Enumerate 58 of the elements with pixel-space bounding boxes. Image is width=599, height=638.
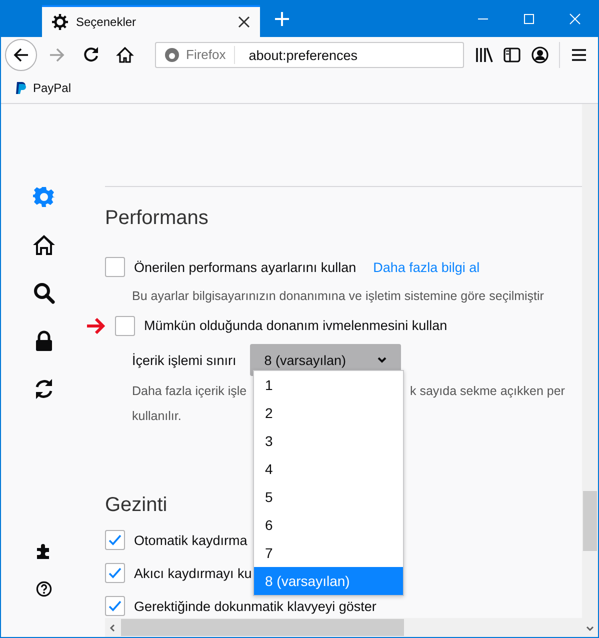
account-icon[interactable]: [531, 46, 549, 64]
select-label: İçerik işlemi sınırı: [132, 352, 236, 368]
dropdown-option[interactable]: 4: [254, 455, 403, 483]
identity-label: Firefox: [186, 46, 235, 64]
home-icon[interactable]: [33, 234, 55, 256]
checkbox-label: Otomatik kaydırma: [134, 532, 248, 548]
forward-arrow-icon: [49, 47, 65, 63]
checkbox[interactable]: [105, 563, 125, 583]
search-icon[interactable]: [33, 282, 55, 304]
hint-text: Bu ayarlar bilgisayarınızın donanımına ve işletim sistemine göre seçilmiştir: [132, 288, 545, 306]
checkmark-icon: [108, 533, 122, 547]
url-text: about:preferences: [248, 48, 358, 62]
menu-icon[interactable]: [570, 46, 588, 64]
bookmark-logo-icon: [15, 81, 27, 95]
scrollbar-thumb[interactable]: [121, 619, 404, 636]
checkmark-icon: [108, 599, 122, 613]
library-icon[interactable]: [475, 46, 493, 64]
gear-icon[interactable]: [33, 186, 55, 208]
arrow-icon: [87, 318, 106, 334]
description-text: Daha fazla içerik işle: [132, 383, 248, 400]
section-heading: Gezinti: [105, 493, 168, 518]
horizontal-scrollbar[interactable]: [105, 618, 582, 637]
help-icon[interactable]: [36, 581, 52, 597]
tab-title: Seçenekler: [76, 15, 138, 29]
bookmark-item[interactable]: PayPal: [15, 81, 72, 95]
dropdown-option[interactable]: 6: [254, 511, 403, 539]
description-text: k sayıda sekme açıkken per: [410, 383, 565, 400]
checkbox[interactable]: [105, 257, 125, 278]
checkbox-label: Mümkün olduğunda donanım ivmelenmesini kullan: [144, 318, 448, 334]
vertical-scrollbar[interactable]: [582, 104, 598, 637]
dropdown-option[interactable]: 7: [254, 539, 403, 567]
checkbox-label: Akıcı kaydırmayı ku: [134, 566, 252, 580]
checkbox[interactable]: [105, 530, 125, 550]
back-button[interactable]: [5, 39, 37, 71]
checkbox-label: Önerilen performans ayarlarını kullan: [134, 260, 356, 275]
puzzle-icon[interactable]: [36, 543, 52, 559]
dropdown-option[interactable]: 3: [254, 427, 403, 455]
checkmark-icon: [108, 566, 122, 580]
dropdown-option[interactable]: 8 (varsayılan): [254, 567, 403, 595]
checkbox[interactable]: [115, 316, 135, 336]
scrollbar-thumb[interactable]: [583, 491, 597, 551]
sidebar-icon[interactable]: [503, 46, 521, 64]
lock-icon[interactable]: [33, 330, 55, 352]
chevron-down-icon: [377, 356, 388, 364]
new-tab-icon[interactable]: [274, 11, 290, 27]
description-text: kullanılır.: [132, 408, 182, 425]
gear-icon: [52, 14, 68, 30]
checkbox-label: Gerektiğinde dokunmatik klavyeyi göster: [134, 598, 376, 614]
browser-logo-icon: [164, 47, 180, 63]
back-arrow-icon: [13, 47, 29, 63]
section-heading: Performans: [105, 206, 208, 231]
browser-tab[interactable]: Seçenekler: [42, 5, 260, 37]
dropdown-option[interactable]: 2: [254, 399, 403, 427]
close-icon[interactable]: [238, 16, 250, 28]
checkbox[interactable]: [105, 596, 125, 616]
sync-icon[interactable]: [33, 378, 55, 400]
dropdown-option[interactable]: 5: [254, 483, 403, 511]
address-bar[interactable]: Firefox about:preferences: [155, 42, 464, 68]
